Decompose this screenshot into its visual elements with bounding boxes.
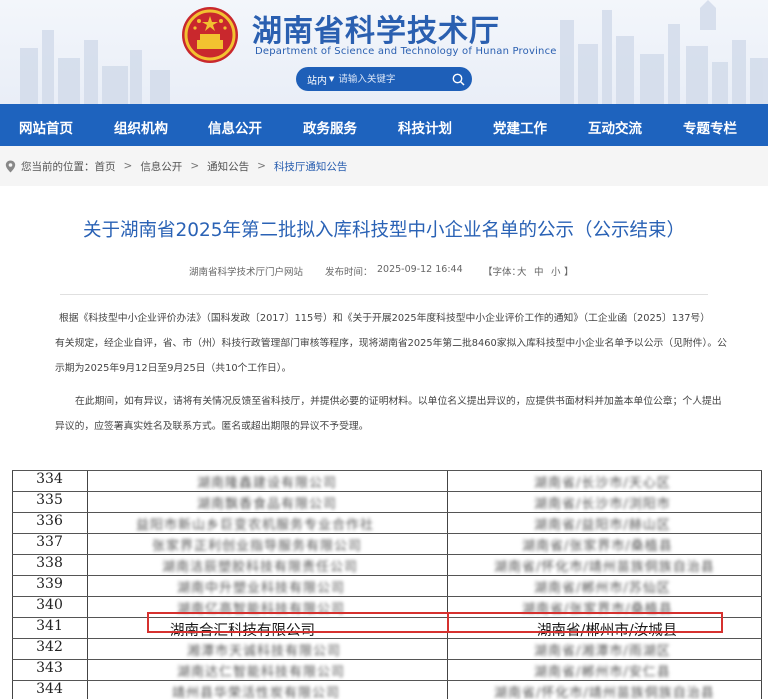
search-bar: 站内 ▼ [296, 67, 472, 91]
location-pin-icon [5, 160, 16, 172]
paragraph-line: 有关规定，经企业自评，省、市（州）科技行政管理部门审核等程序，现将湖南省2025… [55, 338, 727, 349]
company-name: 湖南洁辰塑胶科技有限责任公司 [162, 560, 359, 575]
site-subtitle: Department of Science and Technology of … [255, 46, 557, 57]
table-top-edge [0, 462, 768, 470]
breadcrumb-prefix: 您当前的位置： [21, 160, 95, 173]
company-address: 湖南省/怀化市/靖州苗族侗族自治县 [494, 560, 715, 575]
breadcrumb-separator: > [123, 160, 133, 172]
breadcrumb-current[interactable]: 科技厅通知公告 [274, 159, 348, 174]
chevron-down-icon[interactable]: ▼ [329, 75, 334, 83]
article-paragraph-2: 在此期间，如有异议，请将有关情况反馈至省科技厅，并提供必要的证明材料。以单位名义… [55, 389, 741, 439]
nav-item-party-building[interactable]: 党建工作 [493, 117, 547, 137]
table-row: 335 湖南飘香食品有限公司 湖南省/长沙市/浏阳市 [12, 491, 762, 512]
font-size-label: 【字体： [483, 267, 522, 278]
company-name: 湖南飘香食品有限公司 [197, 497, 338, 512]
breadcrumb: 您当前的位置： 首页 > 信息公开 > 通知公告 > 科技厅通知公告 [0, 146, 768, 186]
company-address: 湖南省/长沙市/天心区 [534, 476, 671, 491]
table-row: 336 益阳市新山乡巨变农机服务专业合作社 湖南省/益阳市/赫山区 [12, 512, 762, 533]
nav-item-special-topics[interactable]: 专题专栏 [683, 117, 737, 137]
nav-item-home[interactable]: 网站首页 [19, 117, 73, 137]
breadcrumb-info-disclosure[interactable]: 信息公开 [140, 159, 182, 174]
paragraph-line: 示期为2025年9月12日至9月25日（共10个工作日）。 [55, 363, 292, 374]
search-button[interactable] [444, 67, 472, 91]
article-paragraph-1: 根据《科技型中小企业评价办法》（国科发政〔2017〕115号）和《关于开展202… [55, 306, 741, 381]
table-row: 337 张家界正利创业指导服务有限公司 湖南省/张家界市/桑植县 [12, 533, 762, 554]
breadcrumb-separator: > [190, 160, 200, 172]
row-number: 337 [36, 534, 63, 550]
company-name: 湖南隆鑫建设有限公司 [197, 476, 338, 491]
row-number: 338 [36, 555, 63, 571]
attachment-table-image: 334 湖南隆鑫建设有限公司 湖南省/长沙市/天心区 335 湖南飘香食品有限公… [0, 462, 768, 699]
nav-item-tech-plans[interactable]: 科技计划 [398, 117, 452, 137]
company-name: 靖州县华荣活性炭有限公司 [172, 686, 341, 699]
table-row: 343 湖南达仁智能科技有限公司 湖南省/郴州市/安仁县 [12, 659, 762, 680]
search-scope-select[interactable]: 站内 [296, 72, 327, 87]
table-row: 338 湖南洁辰塑胶科技有限责任公司 湖南省/怀化市/靖州苗族侗族自治县 [12, 554, 762, 575]
company-address: 湖南省/郴州市/苏仙区 [534, 581, 671, 596]
publish-label: 发布时间： [325, 267, 373, 278]
national-emblem-icon [182, 7, 238, 63]
company-address: 湖南省/湘潭市/雨湖区 [534, 644, 671, 659]
table-row: 342 湘潭市天诚科技有限公司 湖南省/湘潭市/雨湖区 [12, 638, 762, 659]
article-source: 湖南省科学技术厅门户网站 [189, 267, 304, 278]
row-number: 340 [36, 597, 63, 613]
company-name: 益阳市新山乡巨变农机服务专业合作社 [136, 518, 375, 533]
company-address: 湖南省/长沙市/浏阳市 [534, 497, 671, 512]
site-title: 湖南省科学技术厅 [252, 14, 500, 49]
row-number: 334 [36, 471, 63, 487]
publish-time: 2025-09-12 16:44 [377, 264, 463, 275]
article-title: 关于湖南省2025年第二批拟入库科技型中小企业名单的公示（公示结束） [82, 220, 686, 241]
company-name: 湖南中升塑业科技有限公司 [177, 581, 346, 596]
highlight-divider [447, 612, 449, 633]
nav-item-info-disclosure[interactable]: 信息公开 [208, 117, 262, 137]
company-address: 湖南省/张家界市/桑植县 [522, 539, 673, 554]
highlight-box [147, 612, 723, 633]
company-name: 湖南达仁智能科技有限公司 [177, 665, 346, 680]
company-name: 湘潭市天诚科技有限公司 [187, 644, 342, 659]
paragraph-line: 在此期间，如有异议，请将有关情况反馈至省科技厅，并提供必要的证明材料。以单位名义… [75, 396, 722, 407]
company-address: 湖南省/怀化市/靖州苗族侗族自治县 [494, 686, 715, 699]
row-number: 336 [36, 513, 63, 529]
breadcrumb-home[interactable]: 首页 [95, 159, 116, 174]
font-medium-link[interactable]: 中 [534, 264, 544, 278]
company-address: 湖南省/益阳市/赫山区 [534, 518, 671, 533]
search-input[interactable] [338, 69, 444, 89]
row-number: 344 [36, 681, 63, 697]
row-number: 341 [36, 618, 63, 634]
search-icon [452, 73, 465, 86]
paragraph-line: 根据《科技型中小企业评价办法》（国科发政〔2017〕115号）和《关于开展202… [59, 313, 711, 324]
paragraph-line: 异议的，应签署真实姓名及联系方式。匿名或超出期限的异议不予受理。 [55, 421, 369, 432]
breadcrumb-notices[interactable]: 通知公告 [207, 159, 249, 174]
main-nav: 网站首页 组织机构 信息公开 政务服务 科技计划 党建工作 互动交流 专题专栏 [0, 104, 768, 146]
nav-item-interaction[interactable]: 互动交流 [588, 117, 642, 137]
table-row: 334 湖南隆鑫建设有限公司 湖南省/长沙市/天心区 [12, 470, 762, 491]
row-number: 342 [36, 639, 63, 655]
table-row: 344 靖州县华荣活性炭有限公司 湖南省/怀化市/靖州苗族侗族自治县 [12, 680, 762, 699]
row-number: 343 [36, 660, 63, 676]
article-meta: 湖南省科学技术厅门户网站 发布时间： 2025-09-12 16:44 【字体：… [0, 264, 768, 280]
company-address: 湖南省/郴州市/安仁县 [534, 665, 671, 680]
font-large-link[interactable]: 大 [517, 264, 527, 278]
company-name: 张家界正利创业指导服务有限公司 [152, 539, 363, 554]
row-number: 339 [36, 576, 63, 592]
nav-item-gov-services[interactable]: 政务服务 [303, 117, 357, 137]
nav-item-organization[interactable]: 组织机构 [114, 117, 168, 137]
font-size-close: 】 [564, 267, 574, 278]
row-number: 335 [36, 492, 63, 508]
breadcrumb-separator: > [257, 160, 266, 172]
meta-divider [60, 294, 708, 295]
table-row: 339 湖南中升塑业科技有限公司 湖南省/郴州市/苏仙区 [12, 575, 762, 596]
font-small-link[interactable]: 小 [551, 264, 561, 278]
site-header: 湖南省科学技术厅 Department of Science and Techn… [0, 0, 768, 104]
